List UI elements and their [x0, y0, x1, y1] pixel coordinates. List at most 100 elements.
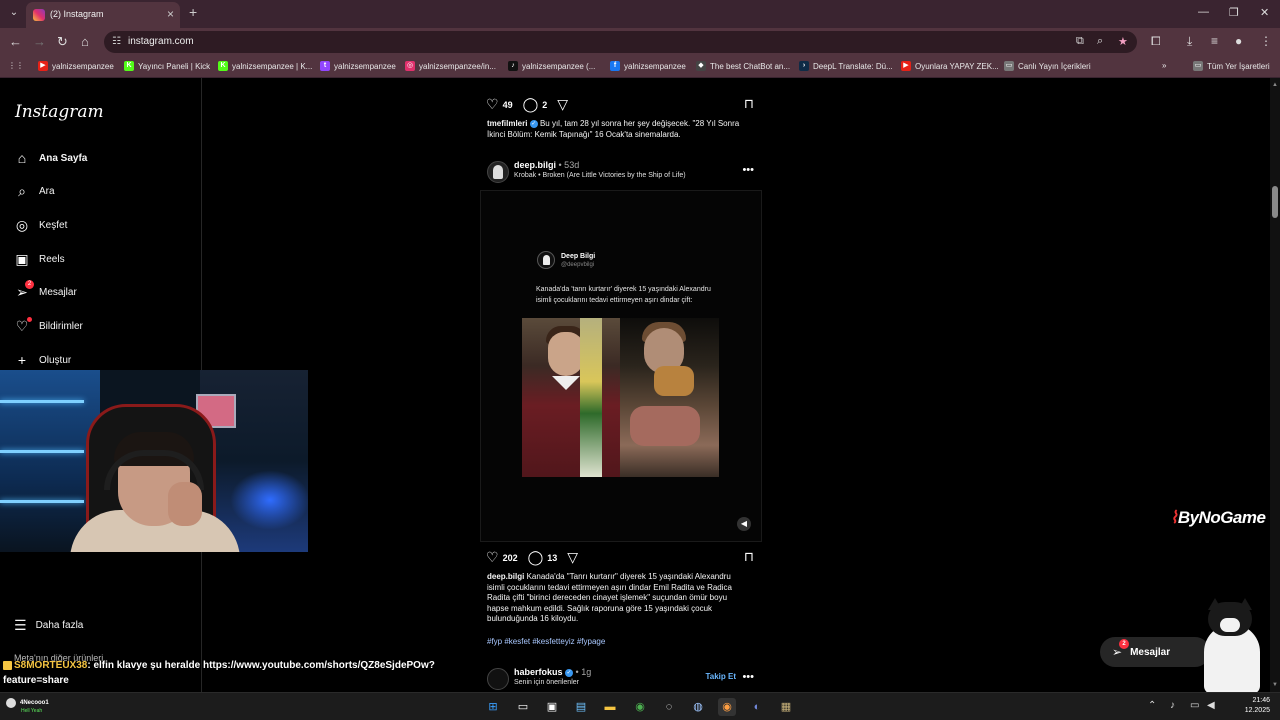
bookmark-item[interactable]: ◆ The best ChatBot an... [696, 61, 790, 71]
steam-icon[interactable]: ◍ [689, 698, 707, 716]
network-icon[interactable]: ▭ [1190, 700, 1199, 711]
sidebar-item-label: Keşfet [39, 219, 68, 231]
minimize-icon[interactable]: — [1198, 6, 1209, 18]
post-actions: ♡ 202 ◯ 13 ▽ [486, 549, 582, 566]
bookmark-folder[interactable]: ▭ Canlı Yayın İçerikleri [1004, 61, 1091, 71]
share-icon[interactable]: ▽ [557, 96, 568, 113]
sidebar-item-label: Reels [39, 253, 65, 265]
post-username[interactable]: haberfokus ✓ • 1g [514, 667, 591, 677]
post-username[interactable]: deep.bilgi • 53d [514, 160, 579, 170]
bookmark-item[interactable]: ♪ yalnizsempanzee (... [508, 61, 595, 71]
tab-instagram[interactable]: (2) Instagram × [26, 2, 180, 28]
browser-menu-icon[interactable]: ⋮ [1260, 34, 1272, 48]
like-icon[interactable]: ♡ [486, 549, 499, 566]
bookmark-item[interactable]: Kyalnizsempanzee | K... [218, 61, 312, 71]
plus-icon: + [17, 352, 27, 368]
bookmarks-overflow-icon[interactable]: » [1162, 61, 1166, 70]
sidebar-item-home[interactable]: ⌂ Ana Sayfa [14, 146, 88, 170]
obs-icon[interactable]: ◌ [660, 698, 678, 716]
tab-search-icon[interactable]: ⌄ [6, 5, 22, 21]
home-browser-icon[interactable]: ⌂ [81, 34, 89, 49]
avatar[interactable] [487, 668, 509, 690]
instagram-logo[interactable]: Instagram [15, 102, 104, 122]
flame-icon: ⌇ [1170, 508, 1178, 527]
user-status: Hell Yeah [21, 708, 43, 714]
discord-icon[interactable]: ◐ [748, 698, 766, 716]
bookmark-item[interactable]: ▶ Oyunlara YAPAY ZEK... [901, 61, 999, 71]
app-icon[interactable]: ▣ [543, 698, 561, 716]
bookmark-item[interactable]: › DeepL Translate: Dü... [799, 61, 893, 71]
media-control-icon[interactable]: ≡ [1211, 34, 1218, 48]
bookmark-item[interactable]: K Yayıncı Paneli | Kick [124, 61, 210, 71]
more-options-icon[interactable]: ••• [742, 671, 754, 683]
sidebar-item-notifications[interactable]: ♡ Bildirimler [14, 314, 83, 338]
tray-overflow-icon[interactable]: ⌃ [1148, 700, 1156, 711]
new-tab-icon[interactable]: + [189, 4, 197, 20]
scroll-up-icon[interactable]: ▲ [1272, 82, 1278, 88]
browser-active-icon[interactable]: ◉ [718, 698, 736, 716]
sidebar-item-more[interactable]: ☰ Daha fazla [14, 617, 83, 634]
bookmark-item[interactable]: t yalnizsempanzee [320, 61, 396, 71]
save-icon[interactable]: ⊓ [744, 549, 754, 565]
bookmark-item[interactable]: ◎ yalnizsempanzee/in... [405, 61, 496, 71]
sidebar-item-messages[interactable]: ➢ 2 Mesajlar [14, 280, 77, 304]
system-clock[interactable]: 21:46 12.2025 [1240, 696, 1270, 716]
url-text[interactable]: instagram.com [128, 36, 194, 47]
page-scrollbar[interactable]: ▲ ▼ [1270, 78, 1280, 692]
file-explorer-icon[interactable]: ▬ [601, 698, 619, 716]
avatar[interactable] [487, 161, 509, 183]
microphone-icon[interactable]: ♪ [1170, 700, 1175, 711]
post-video[interactable]: Deep Bilgi @deepvbilgi Kanada'da 'tanrı … [480, 190, 762, 542]
sidebar-item-reels[interactable]: ▣ Reels [14, 247, 65, 271]
profile-icon[interactable]: ● [1235, 34, 1242, 48]
all-bookmarks[interactable]: ▭ Tüm Yer İşaretleri [1193, 61, 1270, 71]
sidebar-item-search[interactable]: ⌕ Ara [14, 179, 54, 203]
caption-username[interactable]: deep.bilgi [487, 572, 524, 581]
zoom-icon[interactable]: ⌕ [1097, 35, 1103, 48]
like-icon[interactable]: ♡ [486, 96, 499, 113]
extensions-icon[interactable]: ⧠ [1151, 34, 1161, 49]
verified-icon: ✓ [529, 119, 538, 128]
more-options-icon[interactable]: ••• [742, 164, 754, 176]
sidebar-item-create[interactable]: + Oluştur [14, 348, 71, 372]
restore-icon[interactable]: ❐ [1229, 6, 1239, 19]
taskbar-widget[interactable]: 4Necooo1 Hell Yeah [6, 698, 49, 714]
bookmark-star-icon[interactable]: ★ [1118, 35, 1128, 48]
comment-icon[interactable]: ◯ [523, 96, 539, 113]
chatbot-icon: ◆ [696, 61, 706, 71]
bookmark-item[interactable]: ▶ yalnizsempanzee [38, 61, 114, 71]
tab-close-icon[interactable]: × [167, 7, 174, 21]
mute-icon[interactable]: ◀ [737, 517, 751, 531]
feed: ♡ 49 ◯ 2 ▽ ⊓ tmefilmleri ✓ Bu yıl, tam 28 … [480, 78, 762, 692]
address-bar[interactable]: ☷ instagram.com ⧉ ⌕ ★ [104, 31, 1137, 53]
reload-icon[interactable]: ↻ [57, 34, 68, 50]
sidebar-item-explore[interactable]: ◎ Keşfet [14, 213, 67, 237]
caption-username[interactable]: tmefilmleri [487, 119, 527, 128]
post-hashtags[interactable]: #fyp #kesfet #kesfetteyiz #fypage [487, 637, 605, 646]
close-window-icon[interactable]: ✕ [1260, 6, 1269, 19]
comment-icon[interactable]: ◯ [528, 549, 544, 566]
task-view-icon[interactable]: ▭ [514, 698, 532, 716]
start-icon[interactable]: ⊞ [484, 698, 502, 716]
post-audio[interactable]: Krobak • Broken (Are Little Victories by… [514, 172, 686, 179]
site-info-icon[interactable]: ☷ [112, 36, 121, 47]
save-icon[interactable]: ⊓ [744, 96, 754, 112]
downloads-icon[interactable]: ⤓ [1187, 34, 1192, 49]
share-icon[interactable]: ▽ [567, 549, 578, 566]
volume-icon[interactable]: ◀ [1207, 700, 1215, 711]
forward-icon[interactable]: → [33, 34, 46, 49]
back-icon[interactable]: ← [9, 34, 22, 49]
chrome-icon[interactable]: ◉ [631, 698, 649, 716]
youtube-icon: ▶ [901, 61, 911, 71]
app-icon[interactable]: ▦ [777, 698, 795, 716]
scroll-down-icon[interactable]: ▼ [1272, 682, 1278, 688]
bookmarks-bar: ⋮⋮ ▶ yalnizsempanzee K Yayıncı Paneli | Ki… [0, 56, 1280, 78]
bookmark-item[interactable]: f yalnizsempanzee [610, 61, 686, 71]
scrollbar-thumb[interactable] [1272, 186, 1278, 218]
apps-icon[interactable]: ⋮⋮ [8, 61, 24, 70]
photos-icon[interactable]: ▤ [572, 698, 590, 716]
install-app-icon[interactable]: ⧉ [1076, 35, 1084, 48]
sidebar-item-label: Oluştur [39, 354, 72, 366]
follow-button[interactable]: Takip Et [705, 672, 736, 681]
user-name: 4Necooo1 [20, 700, 49, 706]
